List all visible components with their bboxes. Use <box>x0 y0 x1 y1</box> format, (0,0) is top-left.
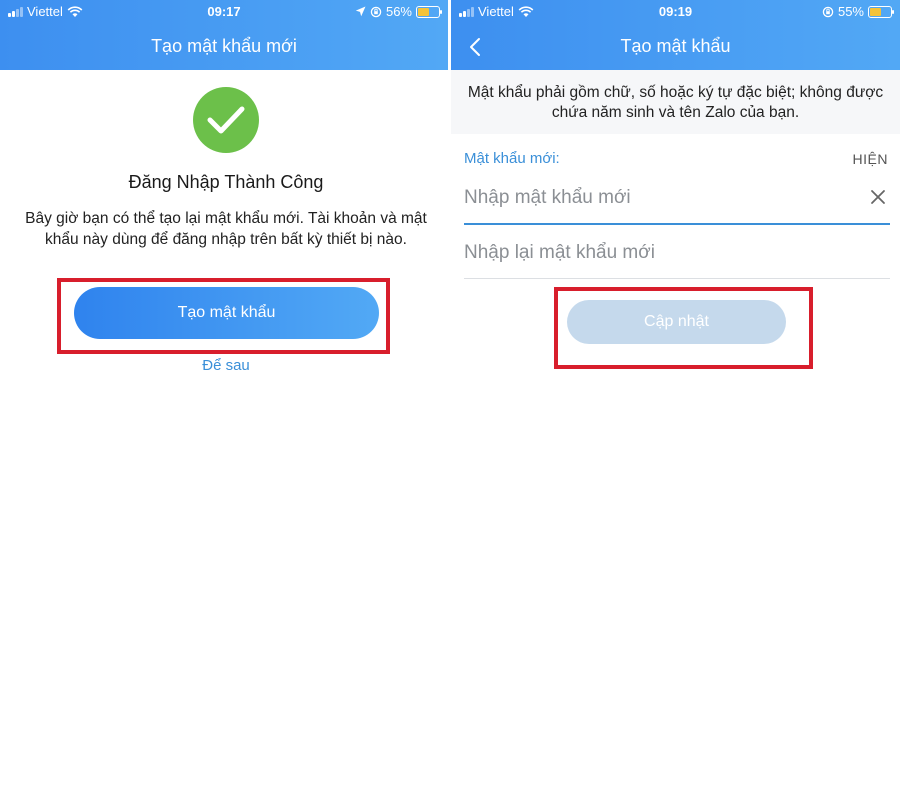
battery-icon <box>868 5 894 18</box>
header-bar: Tạo mật khẩu <box>451 24 900 70</box>
confirm-password-underline <box>464 278 890 279</box>
clear-input-button[interactable] <box>867 186 889 208</box>
check-icon <box>193 87 259 153</box>
new-password-underline <box>464 223 890 225</box>
location-icon <box>355 6 366 17</box>
header-bar: Tạo mật khẩu mới <box>0 24 448 70</box>
later-link[interactable]: Để sau <box>0 357 448 374</box>
success-title: Đăng Nhập Thành Công <box>128 172 324 192</box>
info-text: Bây giờ bạn có thể tạo lại mật khẩu mới.… <box>25 210 427 248</box>
status-bar: Viettel 09:19 55% <box>451 0 900 24</box>
orientation-lock-icon <box>822 6 834 17</box>
page-title: Tạo mật khẩu mới <box>151 36 297 56</box>
update-button-label: Cập nhật <box>644 313 709 330</box>
password-rules-notice: Mật khẩu phải gồm chữ, số hoặc ký tự đặc… <box>451 70 900 134</box>
comparison-stage: Viettel 09:17 56% Tạo mật khẩu mới Đăng … <box>0 0 900 800</box>
check-mark-glyph <box>207 106 245 134</box>
battery-percent: 55% <box>837 4 864 19</box>
close-icon <box>871 190 885 204</box>
new-password-label: Mật khẩu mới: <box>464 150 560 167</box>
battery-icon <box>416 5 442 18</box>
show-password-toggle[interactable]: HIỆN <box>853 151 888 167</box>
create-password-screen: Viettel 09:19 55% Tạo mật khẩu Mật khẩu … <box>451 0 900 800</box>
status-bar-right: 55% <box>822 4 894 19</box>
status-bar: Viettel 09:17 56% <box>0 0 448 24</box>
highlight-box-create-button <box>57 278 390 354</box>
confirm-password-input[interactable] <box>464 239 884 267</box>
new-password-input[interactable] <box>464 184 854 212</box>
page-title: Tạo mật khẩu <box>620 36 731 56</box>
success-screen: Viettel 09:17 56% Tạo mật khẩu mới Đăng … <box>0 0 448 800</box>
status-bar-right: 56% <box>355 4 442 19</box>
battery-percent: 56% <box>385 4 412 19</box>
orientation-lock-icon <box>370 6 382 17</box>
update-button[interactable]: Cập nhật <box>567 300 786 344</box>
